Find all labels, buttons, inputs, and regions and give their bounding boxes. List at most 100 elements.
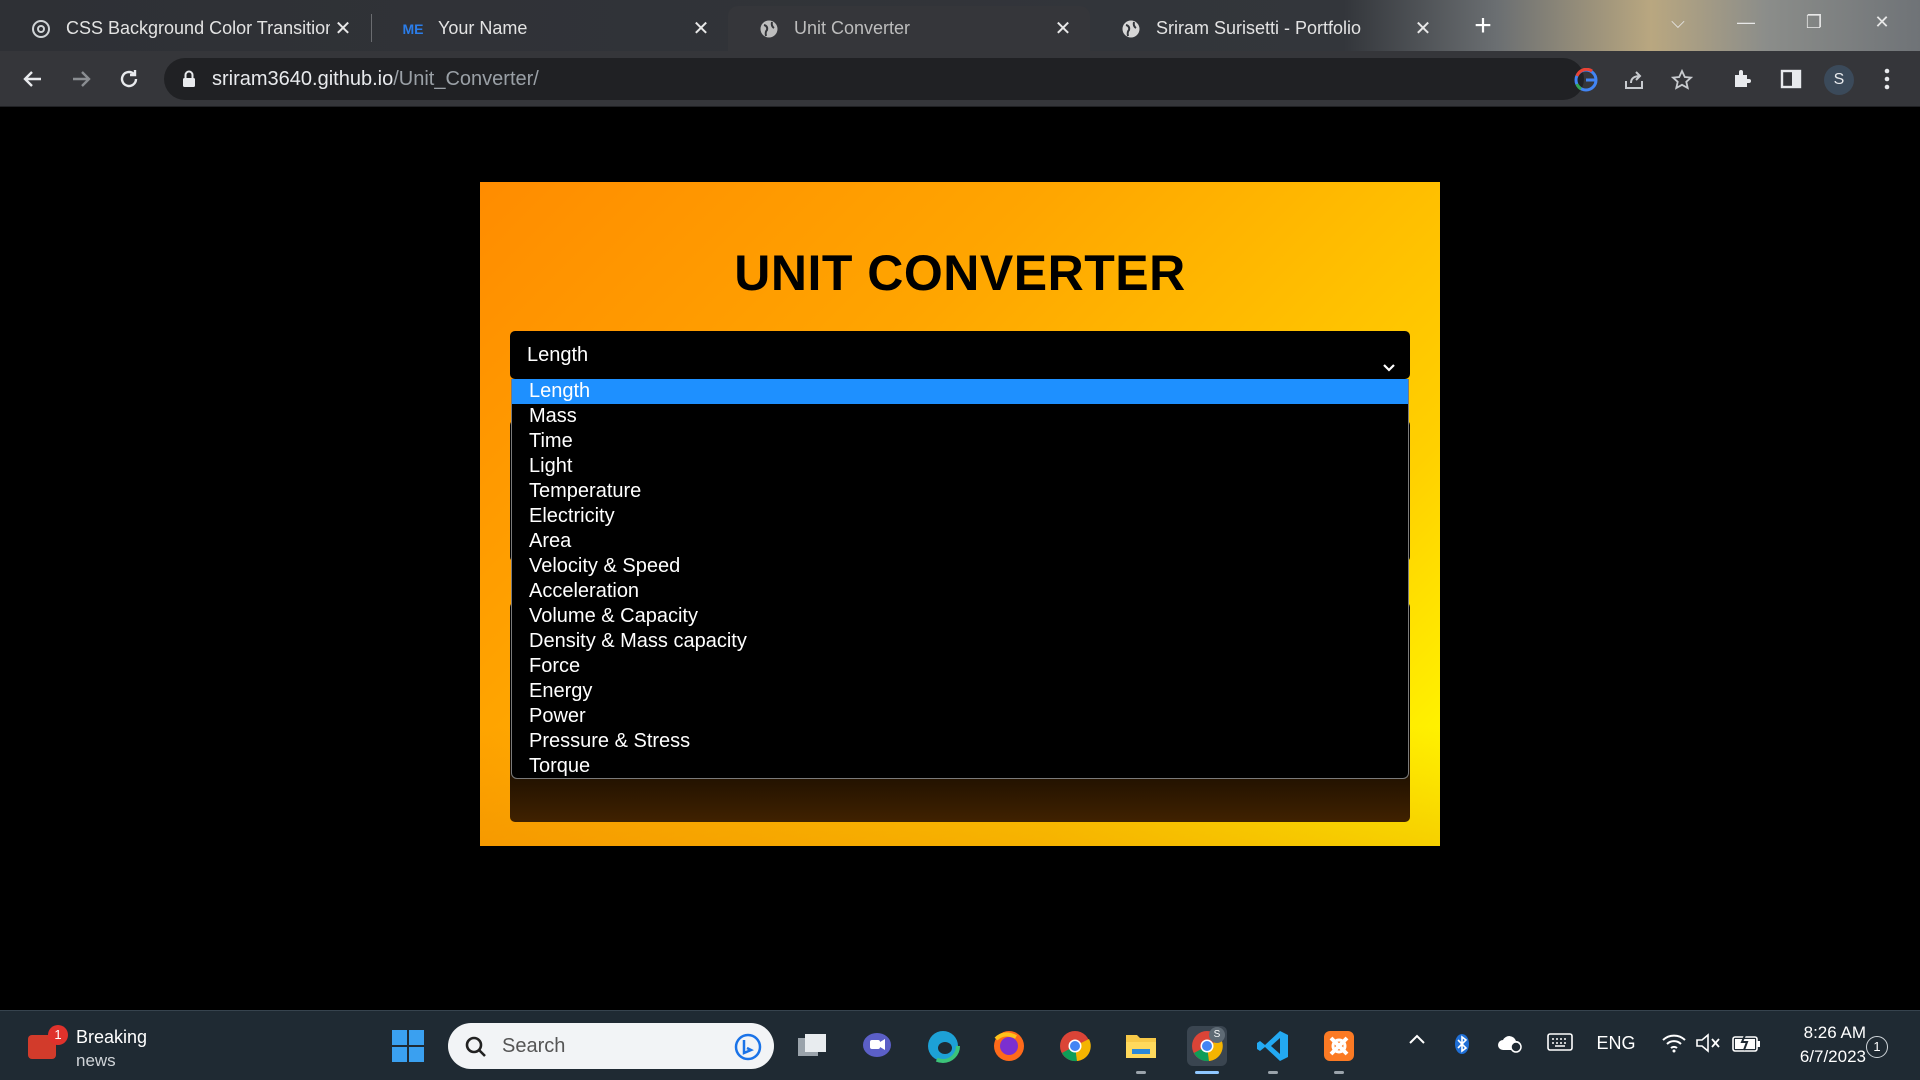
lock-icon[interactable] [182,70,196,93]
forward-button[interactable] [66,64,96,94]
firefox-icon [994,1031,1024,1061]
keyboard-icon[interactable] [1544,1033,1576,1051]
me-icon: ME [402,20,424,37]
news-title: Breaking [76,1027,148,1047]
edge-button[interactable] [923,1026,963,1066]
vscode-button[interactable] [1253,1026,1293,1074]
tab-portfolio[interactable]: Sriram Surisetti - Portfolio ✕ [1090,6,1450,51]
browser-tab-strip: CSS Background Color Transition ✕ ME You… [0,0,1920,51]
address-bar[interactable]: sriram3640.github.io/Unit_Converter/ [164,58,1693,100]
system-clock[interactable]: 8:26 AM 6/7/2023 [1770,1021,1866,1069]
show-hidden-icons-chevron-icon[interactable] [1402,1033,1432,1045]
restore-button[interactable]: ❐ [1784,6,1844,38]
back-arrow-icon [23,71,41,87]
forward-arrow-icon [73,71,91,87]
active-indicator [1195,1071,1219,1074]
windows-taskbar: 1 Breaking news Search S ENG 8:26 AM 6/7… [0,1010,1920,1080]
tab-search-chevron-icon[interactable]: ⌵ [1648,6,1708,38]
battery-charging-icon[interactable] [1730,1033,1764,1053]
bluetooth-icon[interactable] [1448,1033,1476,1055]
file-explorer-button[interactable] [1121,1026,1161,1074]
news-widget[interactable]: 1 Breaking news [28,1025,158,1070]
close-tab-icon[interactable]: ✕ [688,16,714,42]
search-icon [464,1035,488,1064]
running-indicator [1334,1071,1344,1074]
news-badge: 1 [48,1025,68,1045]
category-select[interactable]: Length [510,331,1410,379]
profile-badge: S [1209,1027,1225,1043]
volume-muted-icon[interactable] [1692,1033,1724,1053]
option-volume-capacity[interactable]: Volume & Capacity [512,604,1408,629]
close-tab-icon[interactable]: ✕ [1410,16,1436,42]
folder-icon [1126,1035,1156,1058]
option-torque[interactable]: Torque [512,754,1408,778]
bookmark-star-icon[interactable] [1670,68,1694,92]
wifi-icon[interactable] [1658,1033,1690,1053]
vscode-icon [1257,1031,1288,1061]
edge-icon [926,1029,960,1063]
option-density-mass-capacity[interactable]: Density & Mass capacity [512,629,1408,654]
reload-button[interactable] [114,64,144,94]
google-icon[interactable] [1574,68,1598,92]
category-dropdown-list: Length Mass Time Light Temperature Elect… [511,379,1409,779]
option-light[interactable]: Light [512,454,1408,479]
task-view-button[interactable] [792,1026,832,1066]
tab-unit-converter[interactable]: Unit Converter ✕ [728,6,1090,51]
menu-kebab-icon[interactable] [1872,64,1902,94]
option-power[interactable]: Power [512,704,1408,729]
tab-title: Unit Converter [794,18,911,38]
chrome-button[interactable] [1055,1026,1095,1066]
onedrive-cloud-icon[interactable] [1494,1033,1526,1053]
close-window-button[interactable]: ✕ [1852,6,1912,38]
xampp-button[interactable] [1319,1026,1359,1074]
new-tab-button[interactable]: + [1468,11,1498,42]
running-indicator [1268,1071,1278,1074]
tab-title: Your Name [438,18,528,38]
start-button[interactable] [388,1026,428,1066]
firefox-button[interactable] [989,1026,1029,1066]
chrome-profile-button[interactable]: S [1187,1026,1227,1074]
teams-chat-icon [863,1033,891,1057]
category-select-value: Length [527,344,589,366]
option-area[interactable]: Area [512,529,1408,554]
close-tab-icon[interactable]: ✕ [1050,16,1076,42]
chrome-icon [1060,1031,1091,1062]
option-time[interactable]: Time [512,429,1408,454]
url-text: sriram3640.github.io/Unit_Converter/ [212,68,539,90]
option-acceleration[interactable]: Acceleration [512,579,1408,604]
page-title: UNIT CONVERTER [734,245,1186,301]
input-language[interactable]: ENG [1592,1033,1640,1054]
bing-icon[interactable] [734,1033,762,1066]
xampp-icon [1324,1031,1354,1061]
extensions-puzzle-icon[interactable] [1728,64,1758,94]
chatgpt-icon [30,18,52,40]
tab-your-name[interactable]: ME Your Name ✕ [372,6,728,51]
close-tab-icon[interactable]: ✕ [330,16,356,42]
clock-time: 8:26 AM [1803,1023,1866,1042]
notification-badge[interactable]: 1 [1866,1036,1888,1058]
minimize-button[interactable]: — [1716,6,1776,38]
tab-title: Sriram Surisetti - Portfolio [1156,18,1362,38]
globe-icon [758,18,780,40]
option-pressure-stress[interactable]: Pressure & Stress [512,729,1408,754]
teams-chat-button[interactable] [857,1026,897,1066]
globe-icon [1120,18,1142,40]
option-mass[interactable]: Mass [512,404,1408,429]
option-temperature[interactable]: Temperature [512,479,1408,504]
option-length[interactable]: Length [512,379,1408,404]
option-velocity-speed[interactable]: Velocity & Speed [512,554,1408,579]
side-panel-icon[interactable] [1776,64,1806,94]
option-electricity[interactable]: Electricity [512,504,1408,529]
option-force[interactable]: Force [512,654,1408,679]
browser-toolbar: sriram3640.github.io/Unit_Converter/ S [0,51,1920,107]
search-placeholder: Search [502,1035,566,1057]
option-energy[interactable]: Energy [512,679,1408,704]
running-indicator [1136,1071,1146,1074]
tab-css-background[interactable]: CSS Background Color Transition ✕ [0,6,370,51]
tab-title: CSS Background Color Transition [66,18,330,38]
taskbar-search[interactable]: Search [448,1023,774,1069]
back-button[interactable] [18,64,48,94]
profile-avatar[interactable]: S [1824,65,1854,95]
task-view-icon [798,1034,826,1056]
share-icon[interactable] [1622,68,1646,92]
